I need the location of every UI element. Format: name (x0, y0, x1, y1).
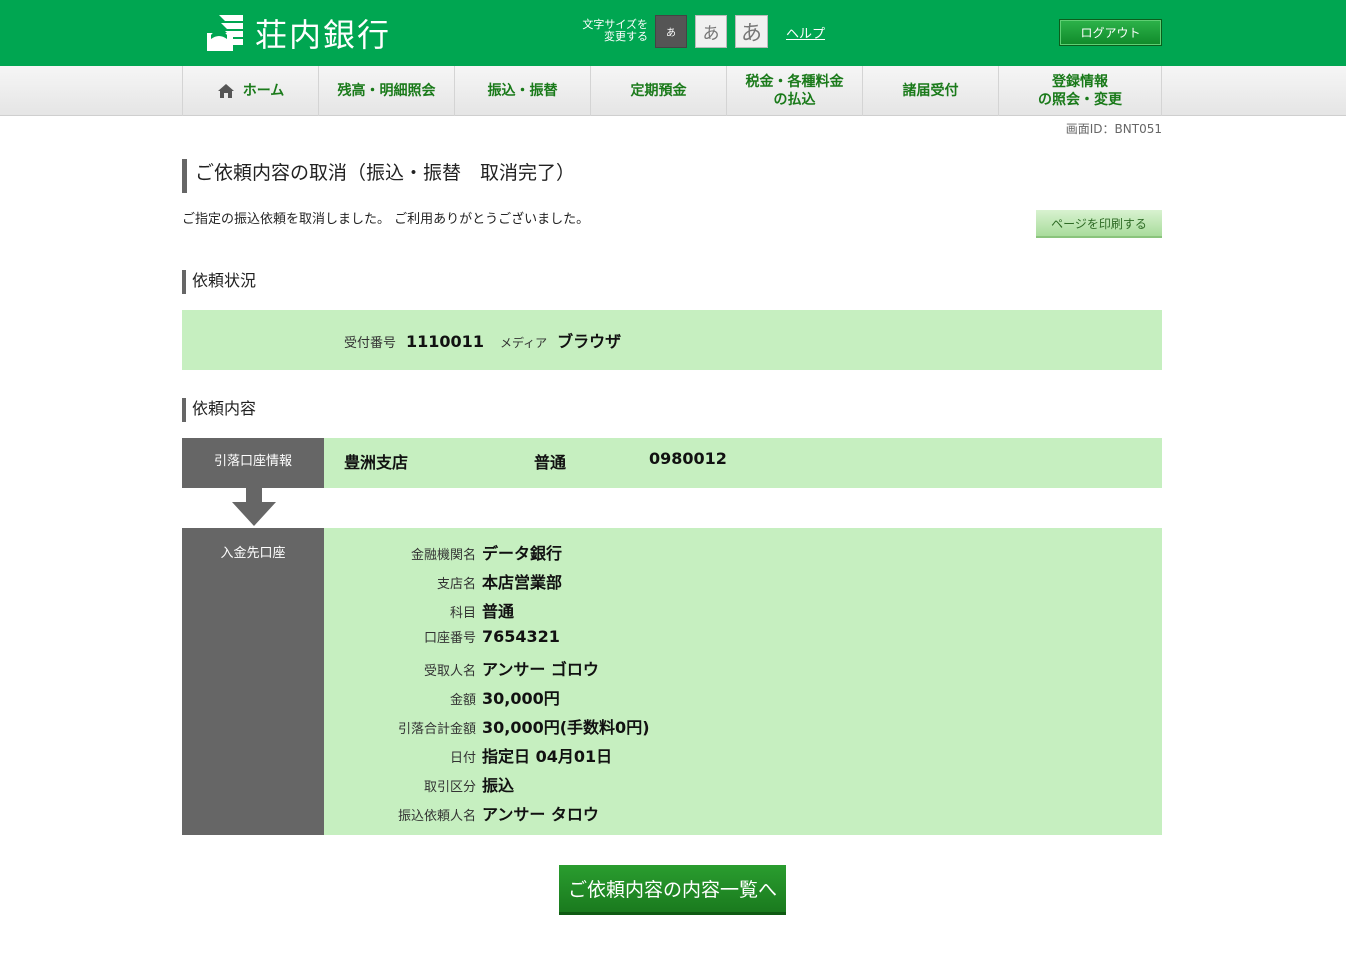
font-size-medium-button[interactable]: あ (695, 15, 727, 48)
header-bar: 荘内銀行 文字サイズを 変更する あ あ あ ヘルプ ログアウト (0, 0, 1346, 66)
status-panel: 受付番号 1110011 メディア ブラウザ (182, 310, 1162, 370)
status-heading: 依頼状況 (182, 270, 256, 294)
detail-row-bank: 金融機関名 データ銀行 (410, 544, 563, 563)
nav-item-time-deposit[interactable]: 定期預金 (590, 66, 726, 116)
nav-item-notifications[interactable]: 諸届受付 (862, 66, 998, 116)
logout-button[interactable]: ログアウト (1059, 19, 1162, 46)
home-icon (217, 83, 235, 99)
nav-item-transfer[interactable]: 振込・振替 (454, 66, 590, 116)
nav-item-balance[interactable]: 残高・明細照会 (318, 66, 454, 116)
from-account-label: 引落口座情報 (182, 438, 324, 488)
bank-name: 荘内銀行 (255, 16, 392, 54)
detail-row-recipient: 受取人名 アンサー ゴロウ (423, 660, 599, 679)
detail-row-total: 引落合計金額 30,000円(手数料0円) (397, 718, 650, 737)
detail-row-requester: 振込依頼人名 アンサー タロウ (397, 805, 599, 824)
print-page-button[interactable]: ページを印刷する (1036, 210, 1162, 238)
main-nav: ホーム 残高・明細照会 振込・振替 定期預金 税金・各種料金 の払込 諸届受付 … (0, 66, 1346, 116)
bank-logo[interactable]: 荘内銀行 (205, 12, 391, 54)
from-branch: 豊洲支店 (344, 453, 409, 472)
to-account-label: 入金先口座 (182, 528, 324, 835)
media-value: ブラウザ (557, 332, 622, 351)
bank-logo-icon (205, 13, 245, 53)
request-list-button[interactable]: ご依頼内容の内容一覧へ (559, 865, 786, 915)
detail-row-amount: 金額 30,000円 (449, 689, 560, 708)
from-account-type: 普通 (534, 453, 567, 472)
screen-id: 画面ID：BNT051 (1065, 122, 1162, 136)
detail-row-type: 科目 普通 (449, 602, 515, 621)
nav-item-home[interactable]: ホーム (182, 66, 318, 116)
detail-row-account-number: 口座番号 7654321 (423, 627, 560, 646)
from-account-panel: 豊洲支店 普通 0980012 (324, 438, 1162, 488)
detail-row-date: 日付 指定日 04月01日 (449, 747, 613, 766)
content-heading: 依頼内容 (182, 398, 256, 422)
receipt-number-value: 1110011 (406, 332, 484, 351)
detail-row-transaction-type: 取引区分 振込 (423, 776, 515, 795)
media-label: メディア (499, 336, 548, 350)
detail-row-branch: 支店名 本店営業部 (436, 573, 563, 592)
font-size-label: 文字サイズを 変更する (582, 18, 648, 43)
down-arrow-icon (232, 488, 276, 526)
receipt-number-label: 受付番号 (344, 336, 397, 351)
page-title: ご依頼内容の取消（振込・振替 取消完了） (182, 159, 575, 193)
font-size-small-button[interactable]: あ (655, 15, 687, 48)
nav-item-tax-payment[interactable]: 税金・各種料金 の払込 (726, 66, 862, 116)
from-account-number: 0980012 (649, 449, 727, 468)
completion-message: ご指定の振込依頼を取消しました。 ご利用ありがとうございました。 (182, 212, 590, 227)
font-size-large-button[interactable]: あ (735, 15, 768, 48)
nav-item-registration[interactable]: 登録情報 の照会・変更 (998, 66, 1162, 116)
help-link[interactable]: ヘルプ (786, 23, 825, 42)
